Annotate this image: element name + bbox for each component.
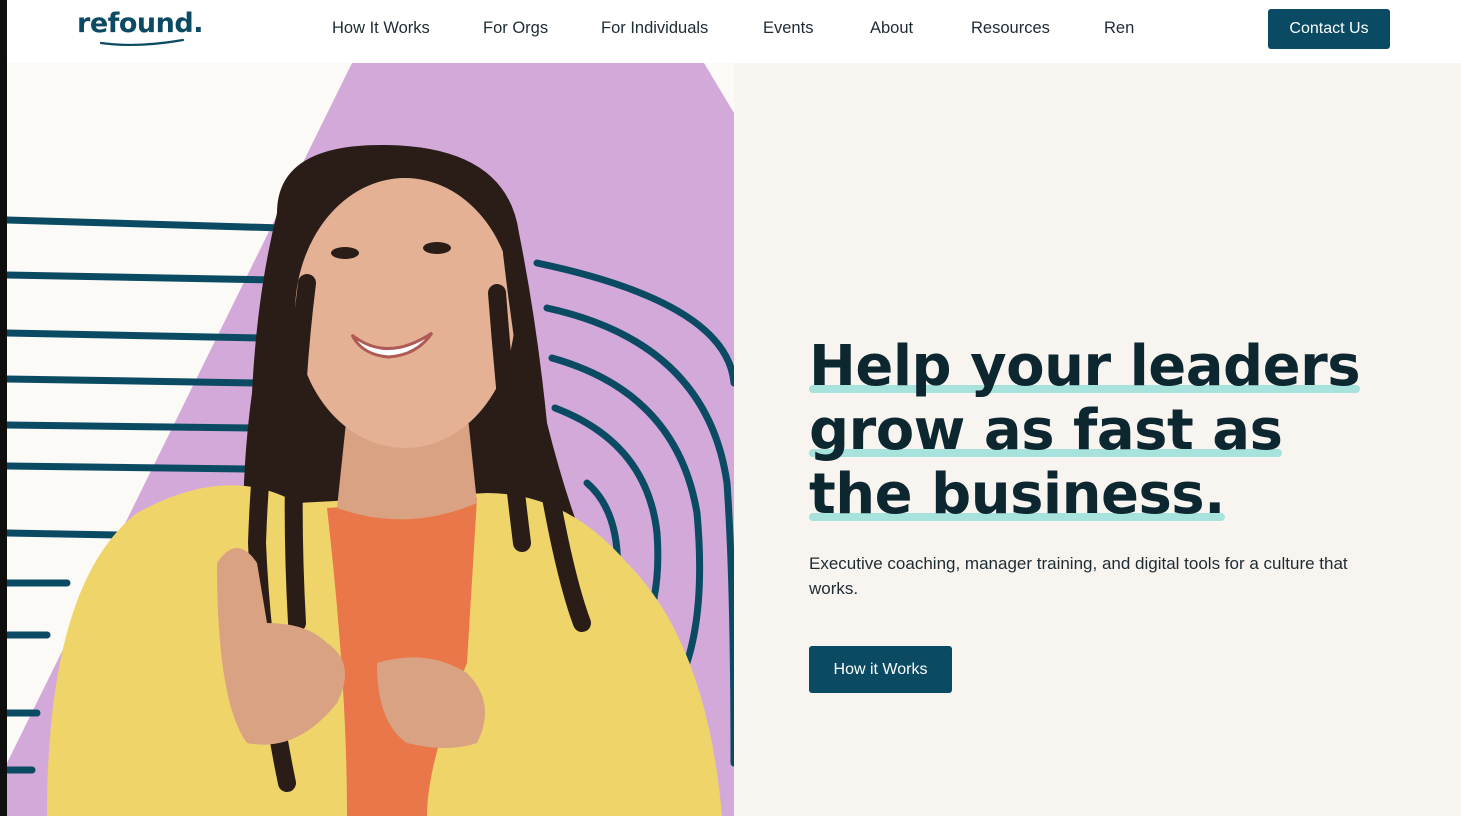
hero-headline: Help your leaders grow as fast as the bu… bbox=[809, 335, 1429, 527]
logo-swoosh-icon bbox=[99, 38, 185, 47]
logo-text: refound. bbox=[77, 8, 203, 39]
nav-resources[interactable]: Resources bbox=[971, 19, 1050, 38]
hero-illustration bbox=[7, 63, 734, 816]
nav-for-orgs[interactable]: For Orgs bbox=[483, 19, 548, 38]
contact-us-button[interactable]: Contact Us bbox=[1268, 9, 1390, 49]
headline-line-2: grow as fast as bbox=[809, 398, 1283, 463]
nav-about[interactable]: About bbox=[870, 19, 913, 38]
how-it-works-button[interactable]: How it Works bbox=[809, 646, 952, 693]
nav-events[interactable]: Events bbox=[763, 19, 813, 38]
headline-line-3: the business. bbox=[809, 462, 1225, 527]
logo[interactable]: refound. bbox=[77, 8, 203, 48]
hero-content: Help your leaders grow as fast as the bu… bbox=[734, 63, 1461, 816]
left-edge bbox=[0, 0, 7, 816]
hero-subtitle: Executive coaching, manager training, an… bbox=[809, 554, 1348, 598]
headline-line-1: Help your leaders bbox=[809, 334, 1361, 399]
hero-image bbox=[7, 63, 734, 816]
site-header: refound. How It Works For Orgs For Indiv… bbox=[7, 0, 1461, 63]
nav-for-individuals[interactable]: For Individuals bbox=[601, 19, 708, 38]
nav-how-it-works[interactable]: How It Works bbox=[332, 19, 430, 38]
nav-ren[interactable]: Ren bbox=[1104, 19, 1134, 38]
left-eye bbox=[331, 247, 359, 259]
face-shape bbox=[295, 178, 515, 448]
right-eye bbox=[423, 242, 451, 254]
